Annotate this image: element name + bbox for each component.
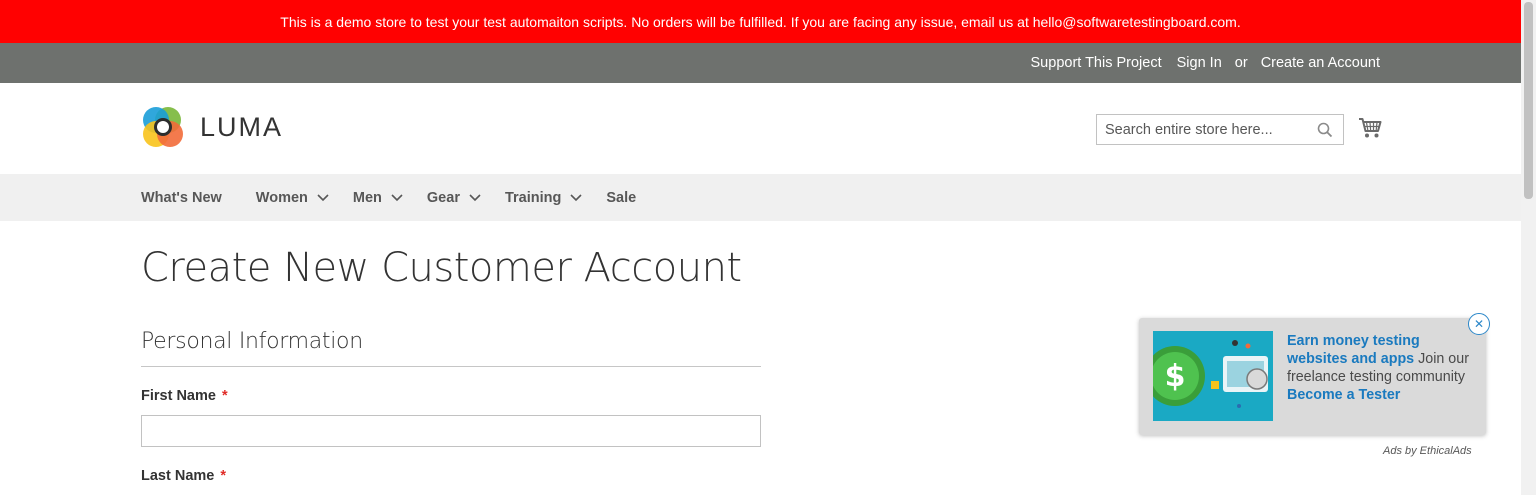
support-project-link[interactable]: Support This Project [1031,55,1162,71]
luma-logo[interactable]: LUMA [141,105,283,150]
sign-in-link[interactable]: Sign In [1177,55,1222,71]
dollar-coin-illustration: $ [1153,331,1273,421]
nav-item-label: Women [255,189,308,206]
first-name-label-text: First Name [141,388,216,404]
chevron-down-icon [469,193,481,201]
nav-item-gear[interactable]: Gear [427,190,481,206]
svg-text:$: $ [1165,359,1186,394]
ad-headline-link[interactable]: Earn money testing websites and apps [1287,333,1420,367]
search-icon[interactable] [1317,122,1333,138]
vertical-scrollbar[interactable] [1521,0,1536,495]
page-title: Create New Customer Account [141,245,742,291]
banner-text: This is a demo store to test your test a… [280,13,1241,30]
nav-item-whats-new[interactable]: What's New [141,190,222,206]
search-box [1096,114,1344,145]
ad-cta-link[interactable]: Become a Tester [1287,387,1400,403]
search-input[interactable] [1097,115,1333,144]
luma-logo-icon [143,107,183,147]
nav-item-men[interactable]: Men [353,190,403,206]
ethical-ad-card: $ Earn money testing websites and apps J… [1139,318,1486,435]
required-marker: * [221,388,228,404]
nav-item-women[interactable]: Women [256,190,329,206]
first-name-label: First Name * [141,388,228,404]
nav-item-training[interactable]: Training [505,190,582,206]
chevron-down-icon [391,193,403,201]
top-links-bar: Support This Project Sign In or Create a… [0,43,1521,83]
nav-item-label: Training [504,189,562,206]
nav-item-label: Sale [606,189,637,206]
cart-icon[interactable] [1358,117,1382,139]
nav-item-label: What's New [141,189,222,206]
or-separator: or [1234,55,1248,71]
close-icon[interactable]: ✕ [1468,313,1490,335]
ad-attribution[interactable]: Ads by EthicalAds [1383,445,1472,457]
required-marker: * [220,468,226,484]
section-title: Personal Information [141,329,363,354]
scrollbar-thumb[interactable] [1524,2,1533,199]
last-name-label-text: Last Name [141,468,215,484]
site-header: LUMA [0,83,1521,174]
personal-information-legend: Personal Information [141,329,761,367]
ad-text: Earn money testing websites and apps Joi… [1287,332,1477,404]
chevron-down-icon [317,193,329,201]
main-navigation: What's New Women Men Gear Training Sale [0,174,1521,221]
first-name-field[interactable] [141,415,761,447]
nav-item-label: Men [352,189,382,206]
last-name-label: Last Name * [141,468,226,484]
create-account-link[interactable]: Create an Account [1261,55,1380,71]
nav-item-sale[interactable]: Sale [606,190,636,206]
ad-image[interactable]: $ [1153,331,1273,421]
logo-wordmark: LUMA [200,112,284,142]
chevron-down-icon [570,193,582,201]
nav-item-label: Gear [426,189,460,206]
demo-store-banner: This is a demo store to test your test a… [0,0,1521,43]
